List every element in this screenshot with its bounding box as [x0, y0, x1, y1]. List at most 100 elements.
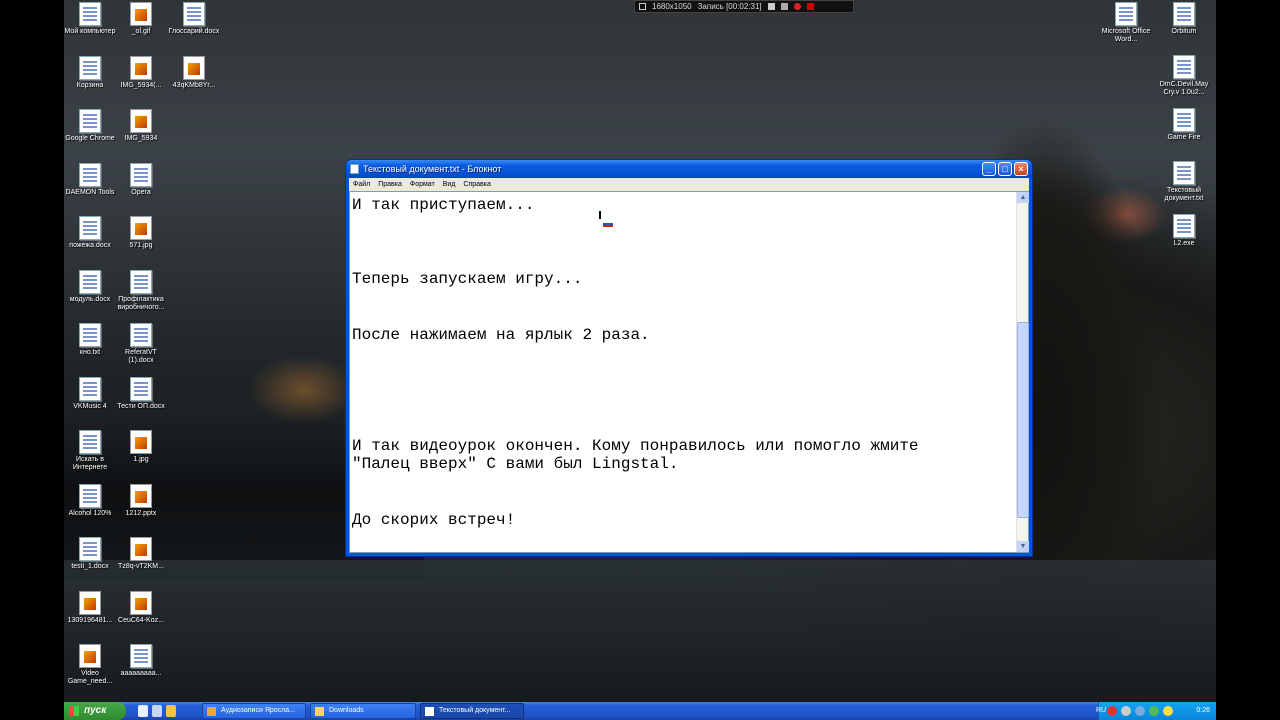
desktop-icon[interactable]: пожежа.docx — [64, 214, 116, 266]
text-line — [352, 252, 1015, 271]
taskbar-item-downloads[interactable]: Downloads — [310, 703, 416, 719]
desktop-icon[interactable]: 1212.pptx — [115, 482, 167, 534]
desktop-icon[interactable]: Microsoft Office Word... — [1100, 0, 1152, 52]
desktop-icon[interactable]: Профілактика виробничого... — [115, 268, 167, 320]
monitor-icon — [639, 3, 646, 10]
desktop-icon[interactable]: Искать в Интернете — [64, 428, 116, 480]
scroll-thumb[interactable] — [1017, 322, 1029, 518]
text-line — [352, 233, 1015, 252]
jpg-icon — [79, 590, 101, 615]
desktop-icon[interactable]: Глоссарий.docx — [168, 0, 220, 52]
taskbar-item-notepad[interactable]: Текстовый документ... — [420, 703, 524, 719]
ie-icon[interactable] — [138, 705, 148, 717]
desktop-icon-label: кно.txt — [79, 349, 101, 356]
close-icon[interactable] — [806, 3, 814, 10]
gif-icon — [130, 2, 152, 26]
word-doc-icon — [130, 376, 152, 401]
show-desktop-icon[interactable] — [152, 705, 162, 717]
tray-app-icon[interactable] — [1149, 706, 1159, 716]
desktop-icon[interactable]: Video Game_need... — [64, 642, 116, 694]
tray-recorder-icon[interactable] — [1107, 706, 1117, 716]
desktop-icon[interactable]: 43qKMb8Yr... — [168, 54, 220, 106]
desktop-icon-label: Opera — [131, 188, 151, 196]
menu-edit[interactable]: Правка — [374, 178, 406, 191]
text-line: И так приступаем... — [352, 196, 535, 214]
jpg-icon — [130, 537, 152, 561]
desktop-icon[interactable]: DAEMON Tools — [64, 161, 116, 213]
screen: 1680x1050 Запись [00:02:31] Текстовый до… — [0, 0, 1280, 720]
folder-icon — [315, 707, 324, 716]
desktop-icon-label: пожежа.docx — [69, 242, 111, 249]
desktop-icon[interactable]: ааааааааа... — [115, 642, 167, 694]
scroll-down-icon[interactable]: ▼ — [1017, 541, 1029, 552]
menu-view[interactable]: Вид — [439, 178, 460, 191]
desktop-icon[interactable]: ReferatVT (1).docx — [115, 321, 167, 373]
desktop-icon[interactable]: 1309196481... — [64, 589, 116, 641]
menu-format[interactable]: Формат — [406, 178, 439, 191]
vertical-scrollbar[interactable]: ▲ ▼ — [1016, 192, 1029, 552]
minimize-button[interactable]: _ — [982, 162, 996, 176]
desktop-icon[interactable]: 1.jpg — [115, 428, 167, 480]
desktop-icon-label: Глоссарий.docx — [168, 28, 220, 35]
start-button[interactable]: пуск — [64, 702, 126, 720]
desktop-icon[interactable]: Google Chrome — [64, 107, 116, 159]
media-player-icon[interactable] — [166, 705, 176, 717]
wallpaper-sea — [64, 560, 1216, 702]
text-cursor-icon — [599, 211, 601, 219]
language-flag-icon — [603, 221, 613, 227]
desktop-icon[interactable]: Orbitum — [1158, 0, 1210, 52]
close-button[interactable]: × — [1014, 162, 1028, 176]
tray-network-icon[interactable] — [1121, 706, 1131, 716]
desktop-icon[interactable]: кно.txt — [64, 321, 116, 373]
camera-icon[interactable] — [780, 3, 788, 10]
desktop-icon-label: Мой компьютер — [64, 28, 116, 35]
desktop-icon[interactable]: L2.exe — [1158, 212, 1210, 264]
desktop-icon[interactable]: IMG_5934(... — [115, 54, 167, 106]
desktop-icon[interactable]: Корзина — [64, 54, 116, 106]
scroll-up-icon[interactable]: ▲ — [1017, 192, 1029, 203]
opera-icon — [130, 162, 152, 187]
search-web-icon — [79, 430, 101, 454]
desktop-icon[interactable]: Tz8q-vT2KM... — [115, 535, 167, 587]
desktop-icon[interactable]: VKMusic 4 — [64, 375, 116, 427]
dmc-icon — [1173, 55, 1195, 79]
text-line: До скорих встреч! — [352, 510, 516, 529]
desktop-icon-label: Тести ОП.docx — [117, 402, 165, 410]
text-line — [352, 381, 1015, 400]
system-tray: 0:26 — [1098, 702, 1216, 720]
desktop-icon[interactable]: 571.jpg — [115, 214, 167, 266]
stop-icon[interactable] — [767, 3, 775, 10]
text-editor[interactable]: И так приступаем... Теперь запускаем игру… — [351, 193, 1015, 551]
desktop-icon[interactable]: _ol.gif — [115, 0, 167, 52]
desktop-icon[interactable]: Тести ОП.docx — [115, 375, 167, 427]
clock[interactable]: 0:26 — [1196, 702, 1210, 720]
desktop-icon[interactable]: Game Fire — [1158, 106, 1210, 158]
desktop-icon[interactable]: Мой компьютер — [64, 0, 116, 52]
language-indicator[interactable]: RU — [1096, 702, 1106, 720]
taskbar-item-audio[interactable]: Аудиозаписи Яросла... — [202, 703, 306, 719]
desktop-icon[interactable]: testi_1.docx — [64, 535, 116, 587]
orbitum-icon — [1173, 2, 1195, 26]
desktop-icon[interactable]: Opera — [115, 161, 167, 213]
title-bar[interactable]: Текстовый документ.txt - Блокнот _ □ × — [346, 160, 1032, 178]
menu-file[interactable]: Файл — [349, 178, 374, 191]
menu-help[interactable]: Справка — [459, 178, 494, 191]
record-icon[interactable] — [793, 3, 801, 10]
desktop-icon[interactable]: DmC.Devil.May Cry.v 1.0u2... — [1158, 53, 1210, 105]
text-line: И так видеоурок окончен. Кому понравилос… — [352, 436, 919, 455]
desktop-icon[interactable]: Текстовый документ.txt — [1158, 159, 1210, 211]
desktop-icon[interactable]: Alcohol 120% — [64, 482, 116, 534]
desktop-icon[interactable]: CeuC64-Koz... — [115, 589, 167, 641]
desktop-icon-label: ааааааааа... — [120, 670, 162, 677]
tray-update-icon[interactable] — [1163, 706, 1173, 716]
notepad-icon — [350, 164, 359, 174]
jpg-icon — [130, 216, 152, 240]
maximize-button[interactable]: □ — [998, 162, 1012, 176]
desktop-icon-label: Корзина — [76, 81, 104, 89]
tray-volume-icon[interactable] — [1135, 706, 1145, 716]
desktop-icon-label: Tz8q-vT2KM... — [118, 563, 164, 570]
desktop-icon[interactable]: IMG_5934 — [115, 107, 167, 159]
desktop-icon[interactable]: модуль.docx — [64, 268, 116, 320]
desktop-icon-label: Microsoft Office Word... — [1101, 28, 1151, 43]
desktop-icon-label: Искать в Интернете — [72, 456, 108, 471]
